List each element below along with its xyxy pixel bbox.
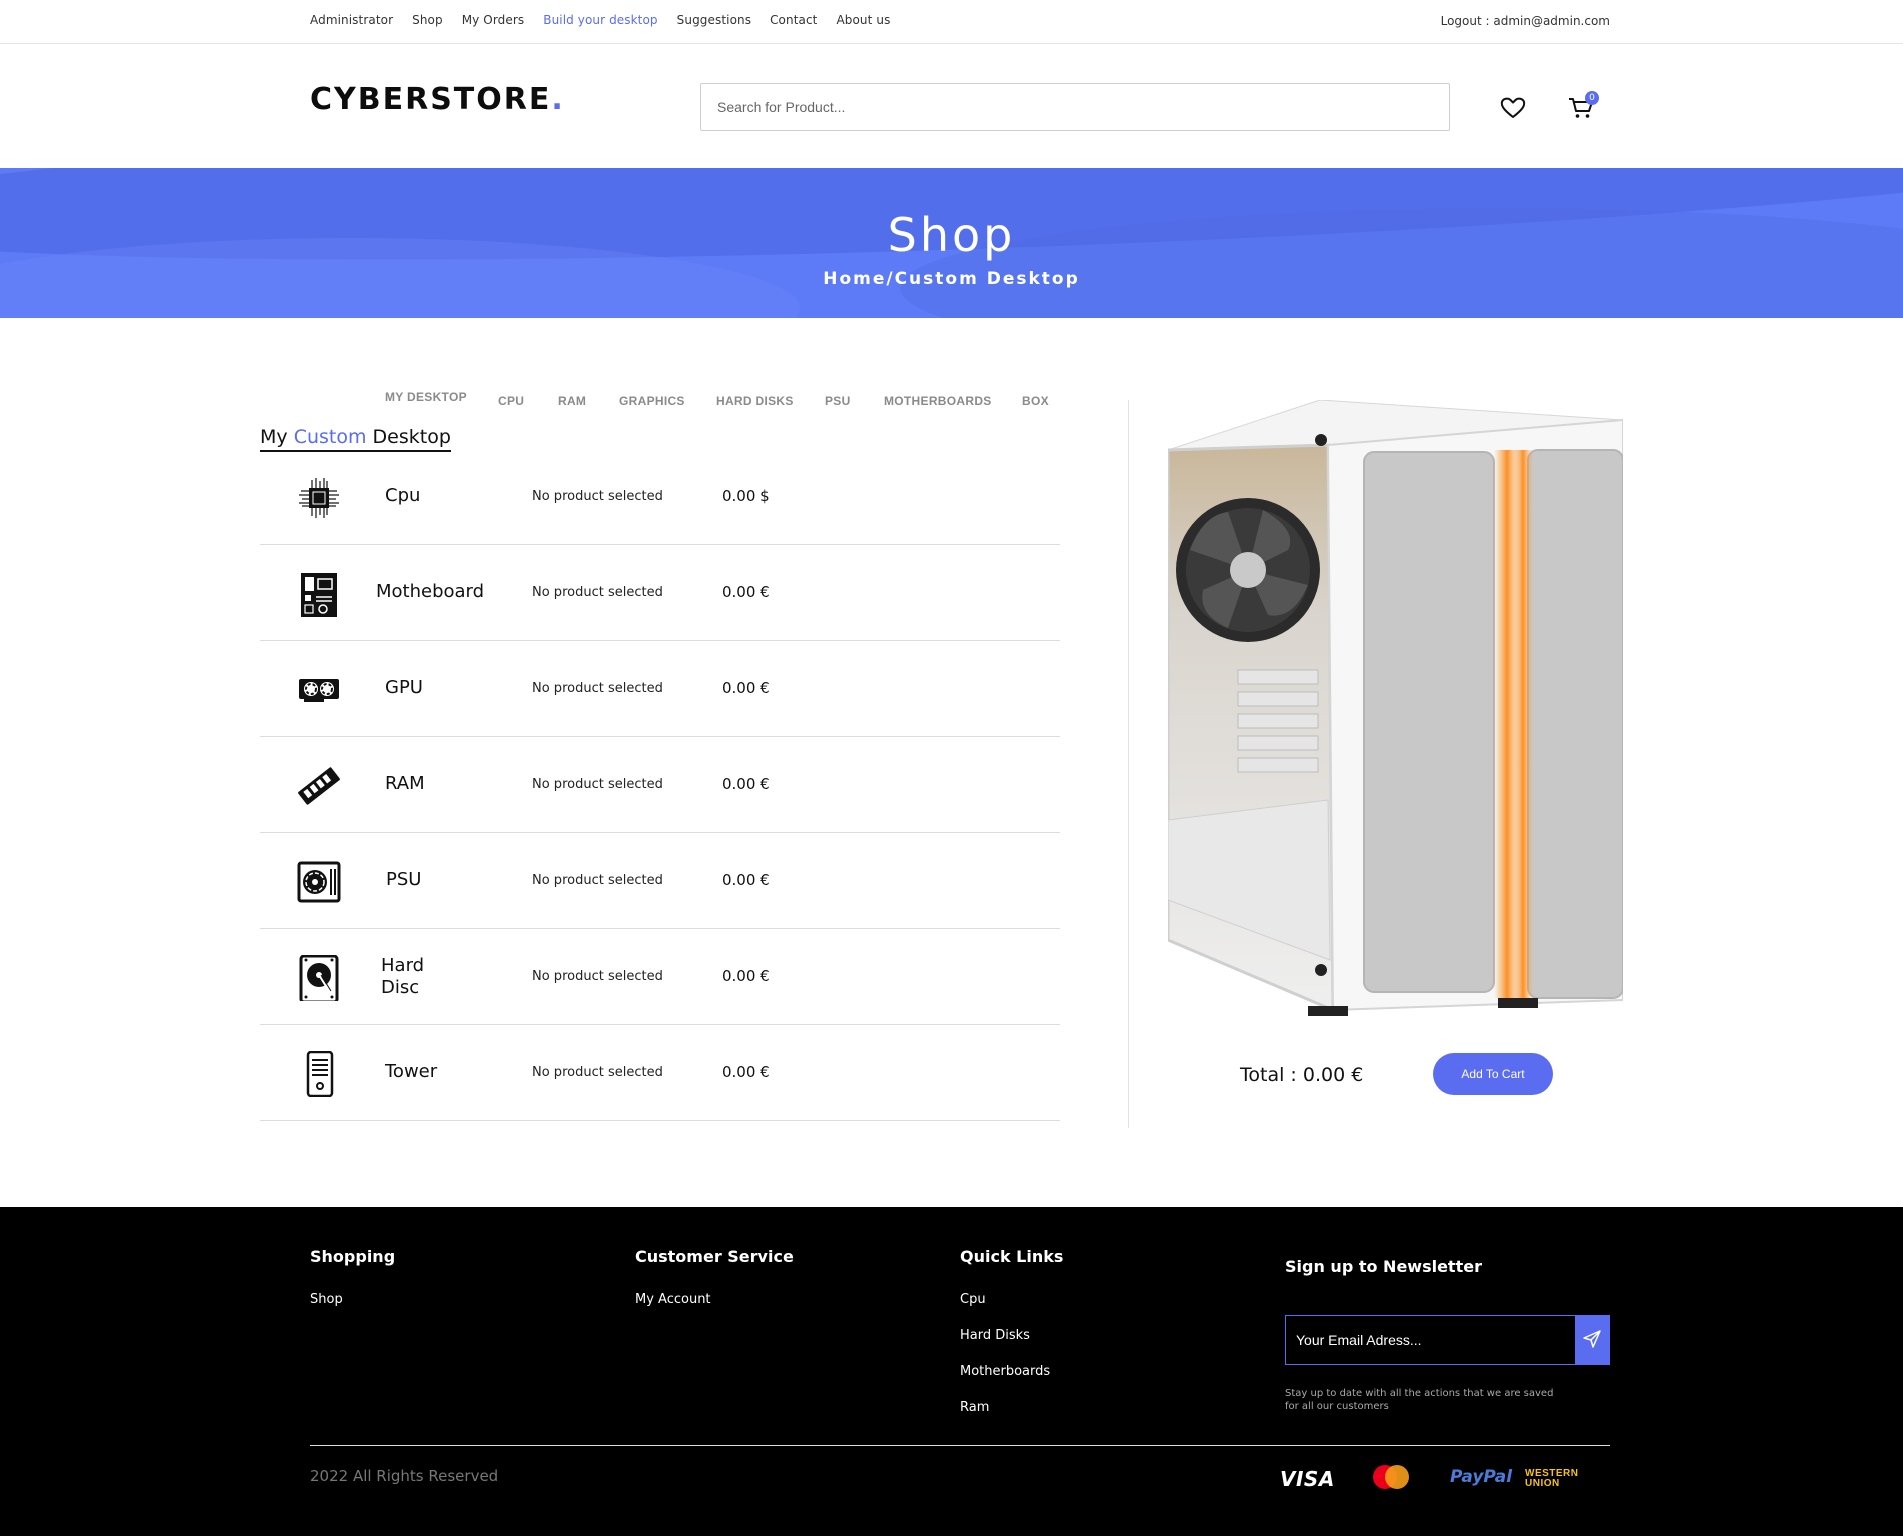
newsletter-submit-button[interactable] (1575, 1316, 1609, 1364)
gpu-icon (299, 679, 339, 702)
component-price: 0.00 € (722, 967, 770, 985)
component-price: 0.00 € (722, 871, 770, 889)
tower-icon (306, 1051, 334, 1097)
footer-heading: Customer Service (635, 1247, 794, 1266)
footer-heading: Shopping (310, 1247, 396, 1266)
component-name: Cpu (385, 485, 421, 506)
copyright: 2022 All Rights Reserved (310, 1467, 499, 1485)
tab-my-desktop[interactable]: MY DESKTOP (385, 390, 467, 404)
component-name: RAM (385, 773, 425, 794)
nav-contact[interactable]: Contact (770, 13, 817, 27)
page-banner: Shop Home/Custom Desktop (0, 168, 1903, 318)
newsletter-title: Sign up to Newsletter (1285, 1257, 1482, 1276)
footer-link-my-account[interactable]: My Account (635, 1292, 794, 1307)
western-union-logo: WESTERN UNION (1525, 1468, 1579, 1489)
component-list: Cpu No product selected 0.00 $ Motheboar… (260, 449, 1060, 1121)
component-product: No product selected (532, 585, 663, 600)
component-row-hard-disc[interactable]: Hard Disc No product selected 0.00 € (260, 929, 1060, 1025)
breadcrumb[interactable]: Home/Custom Desktop (0, 269, 1903, 289)
component-row-tower[interactable]: Tower No product selected 0.00 € (260, 1025, 1060, 1121)
tab-hard-disks[interactable]: HARD DISKS (716, 394, 794, 408)
footer-link-hard-disks[interactable]: Hard Disks (960, 1328, 1063, 1343)
component-product: No product selected (532, 1065, 663, 1080)
footer-heading: Quick Links (960, 1247, 1064, 1266)
page-title: Shop (887, 208, 1016, 262)
mastercard-logo (1373, 1465, 1409, 1489)
component-product: No product selected (532, 777, 663, 792)
component-price: 0.00 € (722, 583, 770, 601)
component-product: No product selected (532, 681, 663, 696)
footer-link-motherboards[interactable]: Motherboards (960, 1364, 1063, 1379)
nav-my-orders[interactable]: My Orders (462, 13, 525, 27)
component-name: Hard Disc (381, 955, 425, 998)
component-name: Motheboard (376, 581, 485, 602)
top-nav: Administrator Shop My Orders Build your … (310, 13, 909, 27)
footer-link-cpu[interactable]: Cpu (960, 1292, 1063, 1307)
psu-icon (297, 861, 341, 903)
component-price: 0.00 € (722, 775, 770, 793)
nav-suggestions[interactable]: Suggestions (677, 13, 751, 27)
nav-shop[interactable]: Shop (412, 13, 443, 27)
tab-box[interactable]: BOX (1022, 394, 1049, 408)
heart-icon[interactable] (1500, 96, 1526, 120)
component-row-ram[interactable]: RAM No product selected 0.00 € (260, 737, 1060, 833)
component-name: Tower (385, 1061, 438, 1082)
logo-text: CYBERSTORE (310, 82, 552, 117)
search-input[interactable] (700, 83, 1450, 131)
component-price: 0.00 € (722, 679, 770, 697)
cart-count-badge: 0 (1585, 91, 1599, 105)
footer-link-ram[interactable]: Ram (960, 1400, 1063, 1415)
logout-link[interactable]: Logout : admin@admin.com (1441, 14, 1610, 28)
hard-disk-icon (299, 955, 339, 1001)
build-total: Total : 0.00 € (1240, 1064, 1364, 1086)
tab-motherboards[interactable]: MOTHERBOARDS (884, 394, 992, 408)
nav-administrator[interactable]: Administrator (310, 13, 393, 27)
add-to-cart-button[interactable]: Add To Cart (1433, 1053, 1553, 1095)
component-product: No product selected (532, 489, 663, 504)
tab-psu[interactable]: PSU (825, 394, 851, 408)
component-name: PSU (386, 869, 422, 890)
logo-dot: . (551, 82, 565, 117)
newsletter-form (1285, 1315, 1610, 1365)
component-price: 0.00 $ (722, 487, 770, 505)
footer-divider (310, 1445, 1610, 1446)
column-divider (1128, 400, 1129, 1128)
send-icon (1583, 1330, 1601, 1348)
footer-customer-service: Customer Service My Account (635, 1247, 794, 1328)
component-row-cpu[interactable]: Cpu No product selected 0.00 $ (260, 449, 1060, 545)
footer-link-shop[interactable]: Shop (310, 1292, 395, 1307)
motherboard-icon (301, 573, 337, 617)
newsletter-note: Stay up to date with all the actions tha… (1285, 1388, 1554, 1412)
cpu-icon (299, 478, 339, 518)
nav-about-us[interactable]: About us (836, 13, 890, 27)
top-bar: Administrator Shop My Orders Build your … (0, 0, 1903, 44)
footer-quick-links: Quick Links Cpu Hard Disks Motherboards … (960, 1247, 1063, 1436)
component-name: GPU (385, 677, 423, 698)
site-footer: Shopping Shop Customer Service My Accoun… (0, 1207, 1903, 1536)
ram-icon (298, 767, 340, 805)
component-product: No product selected (532, 969, 663, 984)
component-row-motherboard[interactable]: Motheboard No product selected 0.00 € (260, 545, 1060, 641)
site-logo[interactable]: CYBERSTORE. (310, 82, 565, 117)
pc-case-image (1168, 400, 1623, 1016)
nav-build-your-desktop[interactable]: Build your desktop (543, 13, 657, 27)
visa-logo: VISA (1280, 1467, 1335, 1491)
component-price: 0.00 € (722, 1063, 770, 1081)
tab-ram[interactable]: RAM (558, 394, 586, 408)
component-product: No product selected (532, 873, 663, 888)
tab-cpu[interactable]: CPU (498, 394, 524, 408)
component-row-psu[interactable]: PSU No product selected 0.00 € (260, 833, 1060, 929)
tab-graphics[interactable]: GRAPHICS (619, 394, 685, 408)
paypal-logo: PayPal (1450, 1467, 1513, 1487)
newsletter-email-input[interactable] (1286, 1316, 1576, 1364)
footer-shopping: Shopping Shop (310, 1247, 395, 1328)
component-row-gpu[interactable]: GPU No product selected 0.00 € (260, 641, 1060, 737)
